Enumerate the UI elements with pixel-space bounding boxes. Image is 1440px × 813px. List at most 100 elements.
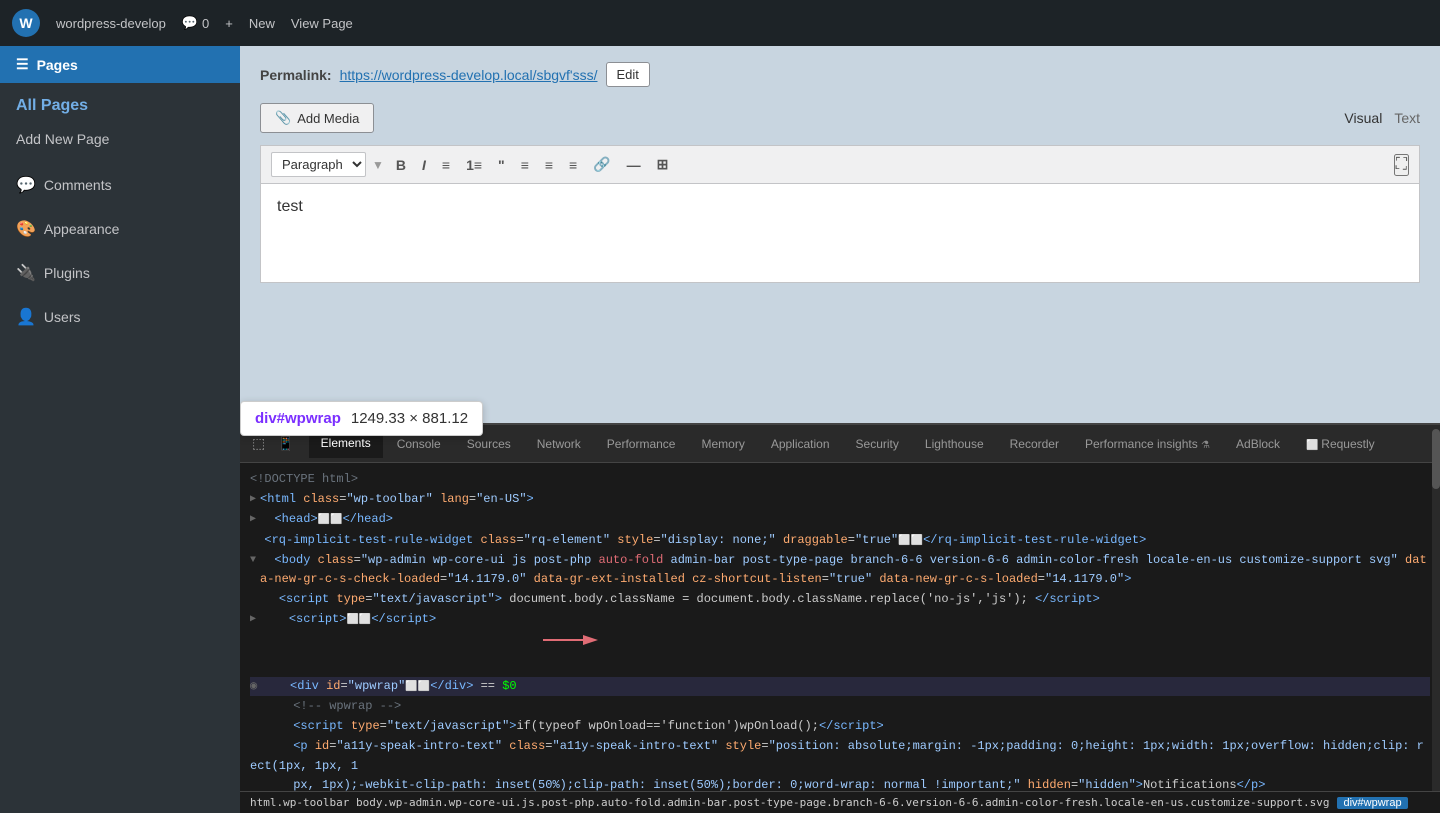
tab-lighthouse[interactable]: Lighthouse [913,431,996,457]
tab-memory[interactable]: Memory [689,431,756,457]
expand-icon-2[interactable]: ▶ [250,512,256,528]
wp-logo[interactable]: W [12,9,40,37]
sidebar-item-plugins[interactable]: 🔌 Plugins [0,251,240,295]
tab-performance[interactable]: Performance [595,431,688,457]
blockquote-button[interactable]: " [492,153,511,177]
scrollbar-thumb[interactable] [1432,429,1440,489]
sidebar-comments-label: Comments [44,177,112,193]
add-media-button[interactable]: 📎 Add Media [260,103,374,133]
tooltip-dimensions: 1249.33 × 881.12 [351,410,468,427]
tab-adblock[interactable]: AdBlock [1224,431,1292,457]
code-line-script-wponload: <script type="text/javascript">if(typeof… [250,717,1430,736]
dropdown-arrow-icon: ▼ [372,158,384,172]
editor-content: test [277,198,303,215]
tab-performance-insights[interactable]: Performance insights ⚗ [1073,431,1222,457]
sidebar-item-all-pages[interactable]: All Pages [0,83,240,123]
pages-header-label: Pages [37,57,78,73]
tooltip-selector: div#wpwrap [255,410,341,427]
sidebar-item-users[interactable]: 👤 Users [0,295,240,339]
expand-icon[interactable]: ▶ [250,492,256,508]
requestly-icon: ⬜ [1306,440,1321,451]
sidebar-pages-header[interactable]: ☰ Pages [0,46,240,83]
comments-count: 0 [202,16,209,31]
tab-recorder[interactable]: Recorder [998,431,1071,457]
editor-toolbar-row: 📎 Add Media Visual Text [260,103,1420,133]
pages-icon: ☰ [16,56,29,73]
performance-insights-icon: ⚗ [1201,440,1210,451]
bold-button[interactable]: B [390,153,412,177]
statusbar-path: html.wp-toolbar body.wp-admin.wp-core-ui… [250,796,1329,809]
permalink-link[interactable]: https://wordpress-develop.local/sbgvf'ss… [340,67,598,83]
view-page-link[interactable]: View Page [291,16,353,31]
code-line-head: ▶ <head>⬜⬜</head> [250,510,1430,529]
tab-security[interactable]: Security [844,431,911,457]
code-line-script1: <script type="text/javascript"> document… [250,590,1430,609]
sidebar-users-label: Users [44,309,81,325]
expand-icon-3[interactable]: ▶ [250,612,256,628]
editor-body[interactable]: test [260,183,1420,283]
tab-network[interactable]: Network [525,431,593,457]
permalink-label: Permalink: [260,67,332,83]
content-area: Permalink: https://wordpress-develop.loc… [240,46,1440,813]
align-right-button[interactable]: ≡ [563,153,583,177]
comment-bubble-icon: 💬 [182,15,198,31]
sidebar: ☰ Pages All Pages Add New Page 💬 Comment… [0,46,240,813]
code-line-script2: ▶ <script>⬜⬜</script> [250,610,1430,676]
add-media-icon: 📎 [275,110,291,126]
unordered-list-button[interactable]: ≡ [436,153,456,177]
devtools-statusbar: html.wp-toolbar body.wp-admin.wp-core-ui… [240,791,1440,813]
italic-button[interactable]: I [416,153,432,177]
plus-icon: + [225,16,233,31]
add-media-label: Add Media [297,111,359,126]
align-center-button[interactable]: ≡ [539,153,559,177]
devtools-device-icon[interactable]: 📱 [273,433,298,454]
code-line-comment-wpwrap: <!-- wpwrap --> [250,697,1430,716]
devtools-code-content[interactable]: <!DOCTYPE html> ▶ <html class="wp-toolba… [240,463,1440,791]
sidebar-plugins-label: Plugins [44,265,90,281]
statusbar-selected-element[interactable]: div#wpwrap [1337,797,1407,809]
format-toolbar: Paragraph ▼ B I ≡ 1≡ " ≡ ≡ ≡ 🔗 — ⊞ ⛶ [260,145,1420,183]
devtools-icons-group: ⬚ 📱 [248,433,299,454]
code-line-body: ▼ <body class="wp-admin wp-core-ui js po… [250,551,1430,589]
code-line-html: ▶ <html class="wp-toolbar" lang="en-US"> [250,490,1430,509]
table-button[interactable]: ⊞ [651,152,675,177]
permalink-edit-button[interactable]: Edit [606,62,650,87]
code-line-doctype: <!DOCTYPE html> [250,470,1430,489]
tab-requestly[interactable]: ⬜ Requestly [1294,431,1387,457]
horizontal-rule-button[interactable]: — [621,153,647,177]
users-icon: 👤 [16,307,36,327]
sidebar-appearance-label: Appearance [44,221,120,237]
new-menu-item[interactable]: New [249,16,275,31]
code-line-rq-widget: <rq-implicit-test-rule-widget class="rq-… [250,531,1430,550]
site-name[interactable]: wordpress-develop [56,16,166,31]
sidebar-item-appearance[interactable]: 🎨 Appearance [0,207,240,251]
comments-sidebar-icon: 💬 [16,175,36,195]
new-label: New [249,16,275,31]
collapse-icon[interactable]: ▼ [250,553,256,569]
content-inner: Permalink: https://wordpress-develop.loc… [240,46,1440,299]
appearance-icon: 🎨 [16,219,36,239]
plugins-icon: 🔌 [16,263,36,283]
visual-text-tabs: Visual Text [1344,110,1420,126]
tab-visual[interactable]: Visual [1344,110,1382,126]
line-marker: ◉ [250,677,257,696]
link-button[interactable]: 🔗 [587,152,616,177]
arrow-indicator [456,610,602,676]
devtools-element-tooltip: div#wpwrap 1249.33 × 881.12 [240,401,483,436]
tab-text[interactable]: Text [1394,110,1420,126]
main-layout: ☰ Pages All Pages Add New Page 💬 Comment… [0,46,1440,813]
ordered-list-button[interactable]: 1≡ [460,153,488,177]
fullscreen-button[interactable]: ⛶ [1394,154,1409,176]
devtools-inspect-icon[interactable]: ⬚ [248,433,269,454]
sidebar-item-add-new-page[interactable]: Add New Page [0,123,240,163]
tab-application[interactable]: Application [759,431,842,457]
code-line-a11y-speak: <p id="a11y-speak-intro-text" class="a11… [250,737,1430,791]
sidebar-item-comments[interactable]: 💬 Comments [0,163,240,207]
permalink-row: Permalink: https://wordpress-develop.loc… [260,62,1420,87]
code-line-wpwrap: ◉ <div id="wpwrap"⬜⬜</div> == $0 [250,677,1430,696]
paragraph-select[interactable]: Paragraph [271,152,366,177]
devtools-panel: ⬚ 📱 Elements Console Sources Network Per… [240,423,1440,813]
devtools-scrollbar[interactable] [1432,425,1440,791]
comments-icon[interactable]: 💬 0 [182,15,209,31]
align-left-button[interactable]: ≡ [515,153,535,177]
